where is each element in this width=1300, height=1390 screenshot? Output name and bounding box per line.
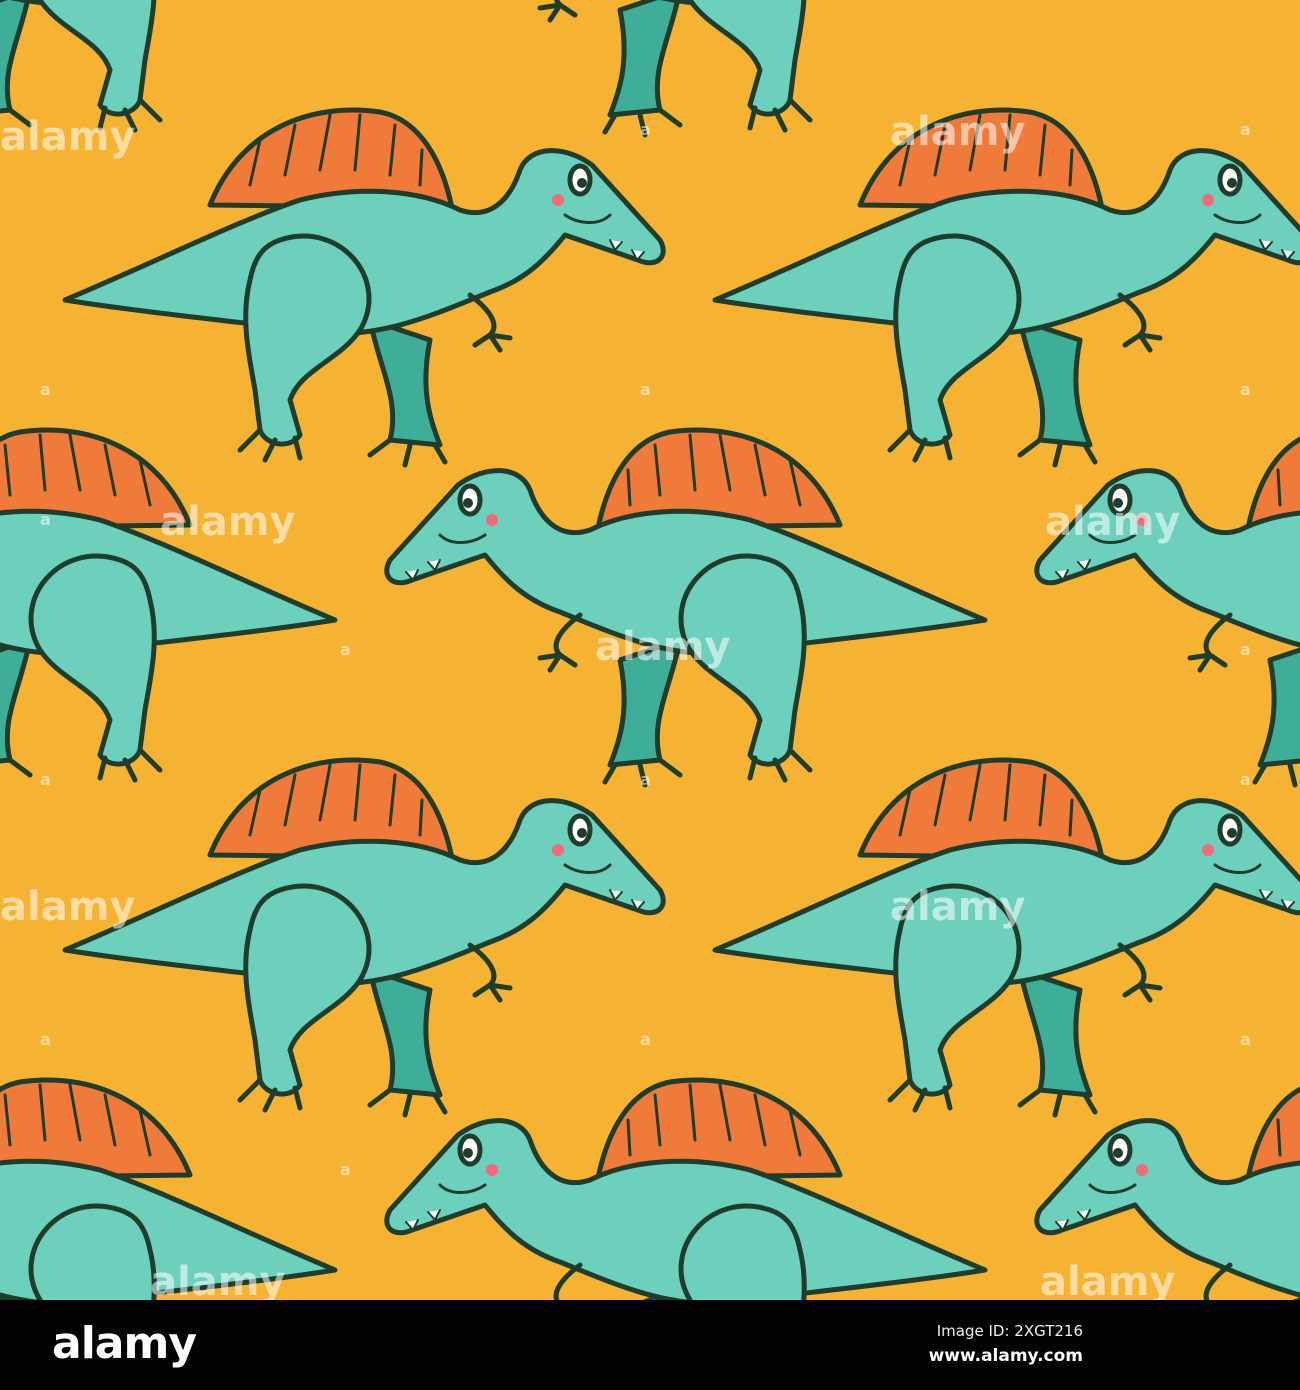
svg-text:a: a xyxy=(1240,640,1251,659)
alamy-logo: alamy xyxy=(52,1318,197,1369)
svg-text:a: a xyxy=(640,770,651,789)
svg-text:a: a xyxy=(340,1160,351,1179)
watermark-footer: alamy Image ID: 2XGT216 www.alamy.com xyxy=(0,1300,1300,1390)
svg-text:a: a xyxy=(1240,380,1251,399)
svg-text:a: a xyxy=(40,1030,51,1049)
svg-text:a: a xyxy=(40,770,51,789)
pattern-artwork: alamy alamy alamy alamy alamy alamy alam… xyxy=(0,0,1300,1300)
svg-text:a: a xyxy=(340,640,351,659)
image-id: Image ID: 2XGT216 xyxy=(936,1322,1083,1340)
svg-text:alamy: alamy xyxy=(0,884,135,930)
svg-text:alamy: alamy xyxy=(1045,499,1180,545)
site-url: www.alamy.com xyxy=(928,1346,1083,1366)
svg-text:alamy: alamy xyxy=(595,624,730,670)
svg-text:alamy: alamy xyxy=(160,499,295,545)
svg-text:a: a xyxy=(640,120,651,139)
svg-text:alamy: alamy xyxy=(150,1259,285,1300)
svg-text:a: a xyxy=(1240,1030,1251,1049)
svg-text:alamy: alamy xyxy=(0,114,135,160)
svg-text:a: a xyxy=(1240,120,1251,139)
svg-text:a: a xyxy=(40,510,51,529)
svg-text:alamy: alamy xyxy=(1040,1259,1175,1300)
svg-text:a: a xyxy=(640,380,651,399)
svg-text:alamy: alamy xyxy=(890,884,1025,930)
svg-text:alamy: alamy xyxy=(890,109,1025,155)
svg-text:a: a xyxy=(640,1030,651,1049)
svg-text:a: a xyxy=(1240,770,1251,789)
svg-text:a: a xyxy=(40,380,51,399)
dinosaur-pattern: alamy alamy alamy alamy alamy alamy alam… xyxy=(0,0,1300,1300)
